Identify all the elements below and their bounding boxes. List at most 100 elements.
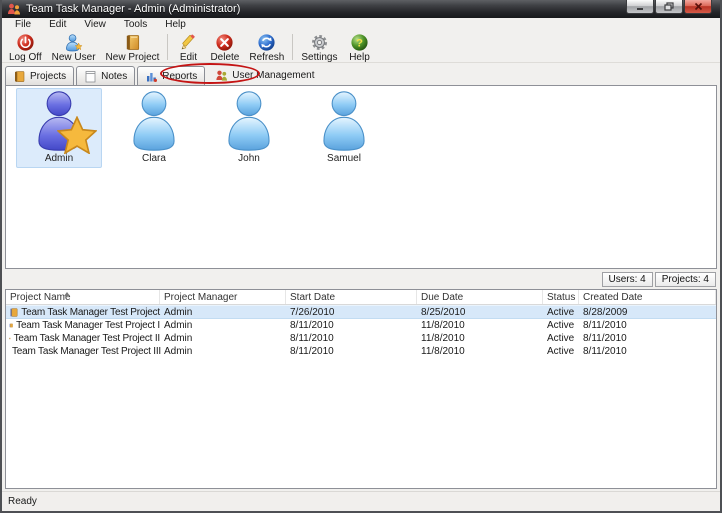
refresh-button[interactable]: Refresh bbox=[244, 32, 289, 63]
users-tab-icon bbox=[215, 69, 228, 82]
svg-text:?: ? bbox=[356, 37, 363, 49]
project-folder-icon bbox=[9, 307, 18, 318]
col-start-date[interactable]: Start Date bbox=[286, 290, 417, 304]
table-row[interactable]: Team Task Manager Test Project I Admin 8… bbox=[6, 319, 716, 332]
restore-button[interactable] bbox=[655, 0, 683, 14]
users-count-badge: Users: 4 bbox=[602, 272, 653, 287]
created-date-cell: 8/11/2010 bbox=[579, 346, 716, 357]
due-date-cell: 11/8/2010 bbox=[417, 320, 543, 331]
new-project-button[interactable]: New Project bbox=[101, 32, 165, 63]
toolbar-separator bbox=[292, 34, 293, 60]
created-date-cell: 8/11/2010 bbox=[579, 320, 716, 331]
close-button[interactable] bbox=[684, 0, 712, 14]
project-name-cell: Team Task Manager Test Project II bbox=[6, 333, 160, 344]
menu-bar: File Edit View Tools Help bbox=[2, 18, 720, 32]
app-window: Team Task Manager - Admin (Administrator… bbox=[0, 0, 722, 513]
delete-button[interactable]: Delete bbox=[205, 32, 244, 63]
created-date-cell: 8/11/2010 bbox=[579, 333, 716, 344]
toolbar-label: Delete bbox=[210, 52, 239, 63]
window-title: Team Task Manager - Admin (Administrator… bbox=[26, 3, 240, 15]
tab-reports[interactable]: Reports bbox=[137, 66, 205, 85]
project-name-cell: Team Task Manager Test Project I bbox=[6, 320, 160, 331]
start-date-cell: 8/11/2010 bbox=[286, 346, 417, 357]
user-icon bbox=[316, 90, 372, 152]
user-item-clara[interactable]: Clara bbox=[111, 88, 197, 168]
status-text: Ready bbox=[8, 496, 37, 507]
minimize-icon bbox=[635, 3, 645, 11]
status-cell: Active bbox=[543, 320, 579, 331]
table-row[interactable]: Team Task Manager Test Project III Admin… bbox=[6, 345, 716, 358]
user-add-icon bbox=[64, 33, 83, 52]
toolbar-label: Edit bbox=[180, 52, 197, 63]
status-cell: Active bbox=[543, 346, 579, 357]
due-date-cell: 11/8/2010 bbox=[417, 333, 543, 344]
table-empty-area bbox=[6, 358, 716, 488]
help-icon: ? bbox=[350, 33, 369, 52]
edit-button[interactable]: Edit bbox=[171, 32, 205, 63]
title-bar: Team Task Manager - Admin (Administrator… bbox=[2, 0, 720, 18]
project-folder-icon bbox=[9, 333, 11, 344]
due-date-cell: 8/25/2010 bbox=[417, 307, 543, 318]
toolbar-label: Refresh bbox=[249, 52, 284, 63]
close-icon bbox=[694, 2, 703, 11]
folder-tab-icon bbox=[13, 70, 26, 83]
chart-tab-icon bbox=[145, 70, 158, 83]
toolbar-label: Settings bbox=[301, 52, 337, 63]
project-name-cell: Team Task Manager Test Project bbox=[6, 307, 160, 318]
settings-button[interactable]: Settings bbox=[296, 32, 342, 63]
user-name: Clara bbox=[142, 153, 166, 164]
manager-cell: Admin bbox=[160, 333, 286, 344]
col-due-date[interactable]: Due Date bbox=[417, 290, 543, 304]
user-item-samuel[interactable]: Samuel bbox=[301, 88, 387, 168]
people-icon bbox=[7, 3, 21, 16]
due-date-cell: 11/8/2010 bbox=[417, 346, 543, 357]
user-name: Admin bbox=[45, 153, 73, 164]
window-controls bbox=[626, 0, 712, 14]
tab-label: Notes bbox=[101, 71, 127, 82]
power-icon bbox=[16, 33, 35, 52]
menu-edit[interactable]: Edit bbox=[40, 18, 75, 32]
log-off-button[interactable]: Log Off bbox=[4, 32, 47, 63]
manager-cell: Admin bbox=[160, 320, 286, 331]
user-name: John bbox=[238, 153, 260, 164]
users-panel: Admin Clara bbox=[5, 85, 717, 269]
col-created-date[interactable]: Created Date bbox=[579, 290, 716, 304]
note-tab-icon bbox=[84, 70, 97, 83]
col-status[interactable]: Status bbox=[543, 290, 579, 304]
toolbar-label: Help bbox=[349, 52, 370, 63]
tab-label: Projects bbox=[30, 71, 66, 82]
manager-cell: Admin bbox=[160, 307, 286, 318]
delete-icon bbox=[215, 33, 234, 52]
menu-file[interactable]: File bbox=[6, 18, 40, 32]
help-button[interactable]: ? Help bbox=[343, 32, 377, 63]
col-project-name[interactable]: Project Name bbox=[6, 290, 160, 304]
counter-strip: Users: 4 Projects: 4 bbox=[2, 269, 720, 289]
tab-label: User Management bbox=[232, 70, 314, 81]
start-date-cell: 8/11/2010 bbox=[286, 333, 417, 344]
tab-projects[interactable]: Projects bbox=[5, 66, 74, 85]
menu-help[interactable]: Help bbox=[156, 18, 195, 32]
menu-tools[interactable]: Tools bbox=[115, 18, 156, 32]
toolbar-label: New User bbox=[52, 52, 96, 63]
tab-user-management[interactable]: User Management bbox=[207, 64, 322, 85]
minimize-button[interactable] bbox=[626, 0, 654, 14]
toolbar-label: New Project bbox=[106, 52, 160, 63]
col-project-manager[interactable]: Project Manager bbox=[160, 290, 286, 304]
toolbar-label: Log Off bbox=[9, 52, 42, 63]
tab-notes[interactable]: Notes bbox=[76, 66, 135, 85]
new-user-button[interactable]: New User bbox=[47, 32, 101, 63]
projects-count-badge: Projects: 4 bbox=[655, 272, 716, 287]
user-icon bbox=[126, 90, 182, 152]
menu-view[interactable]: View bbox=[75, 18, 115, 32]
user-item-john[interactable]: John bbox=[206, 88, 292, 168]
user-name: Samuel bbox=[327, 153, 361, 164]
status-cell: Active bbox=[543, 333, 579, 344]
project-folder-icon bbox=[9, 320, 13, 331]
user-icon bbox=[221, 90, 277, 152]
toolbar-separator bbox=[167, 34, 168, 60]
refresh-icon bbox=[257, 33, 276, 52]
toolbar: Log Off New User New Proje bbox=[2, 32, 720, 63]
table-row[interactable]: Team Task Manager Test Project II Admin … bbox=[6, 332, 716, 345]
user-item-admin[interactable]: Admin bbox=[16, 88, 102, 168]
table-row[interactable]: Team Task Manager Test Project Admin 7/2… bbox=[6, 305, 716, 319]
